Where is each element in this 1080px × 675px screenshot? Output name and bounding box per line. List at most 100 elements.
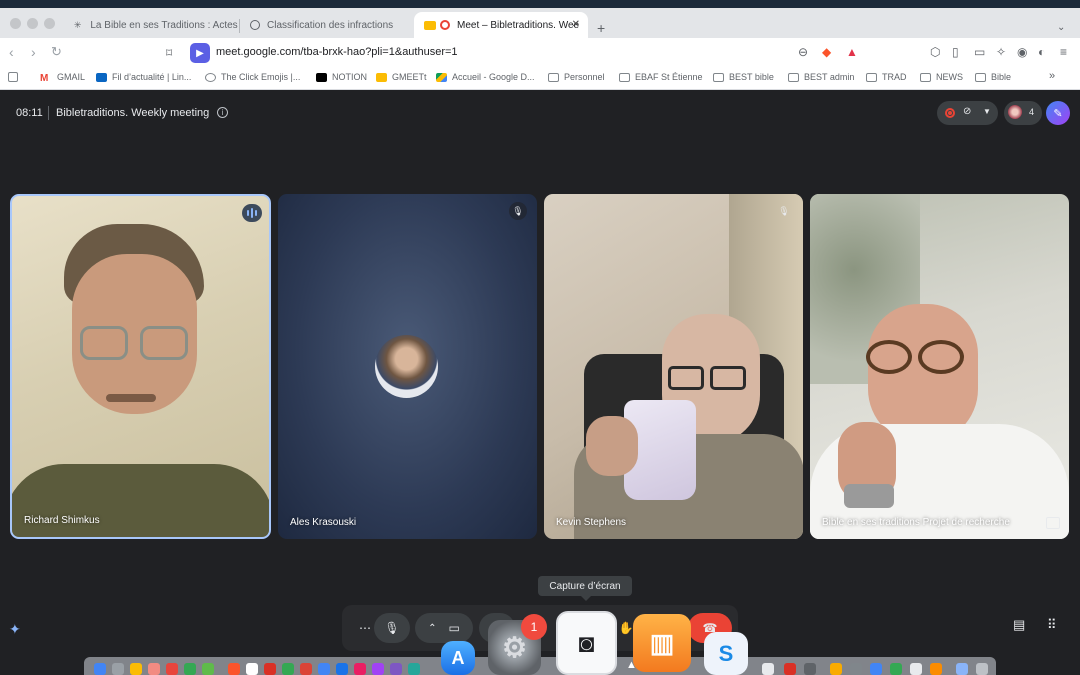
activities-grid-icon[interactable]: ⠿: [1047, 617, 1057, 633]
zoom-icon[interactable]: ⊖: [798, 45, 808, 59]
skype-icon[interactable]: S: [704, 632, 748, 675]
participant-tile-ales-krasouski[interactable]: 🎙︎ Ales Krasouski: [278, 194, 537, 539]
safari-icon[interactable]: [336, 663, 348, 675]
recording-status-pill[interactable]: ⊘ ▼: [937, 101, 998, 125]
archive-icon[interactable]: [910, 663, 922, 675]
tv-icon[interactable]: [390, 663, 402, 675]
participant-tile-bible-en-ses-traditions[interactable]: Bible en ses traditions Projet de recher…: [810, 194, 1069, 539]
app-icon[interactable]: [930, 663, 942, 675]
meeting-clock: 08:11: [16, 107, 43, 119]
url-text[interactable]: meet.google.com/tba-brxk-hao?pli=1&authu…: [216, 46, 458, 58]
meeting-info-icon[interactable]: i: [217, 107, 228, 118]
participant-tile-richard-shimkus[interactable]: Richard Shimkus: [10, 194, 271, 539]
calendar-icon[interactable]: [246, 663, 258, 675]
acrobat-icon[interactable]: [784, 663, 796, 675]
microphone-button[interactable]: 🎙︎: [374, 613, 410, 643]
extensions-icon[interactable]: ⬡: [930, 45, 940, 59]
bookmark-folder-trad[interactable]: TRAD: [866, 72, 907, 82]
messages-icon[interactable]: [202, 663, 214, 675]
bookmark-gmail[interactable]: M GMAIL: [40, 72, 86, 84]
chat-icon[interactable]: ▤: [1013, 617, 1025, 633]
address-bar[interactable]: ⌑ ▶ meet.google.com/tba-brxk-hao?pli=1&a…: [160, 41, 870, 65]
presentation-icon[interactable]: [1046, 517, 1060, 529]
downloads-folder-icon[interactable]: [956, 663, 968, 675]
tab-title: La Bible en ses Traditions : Actes d: [90, 19, 238, 31]
bookmark-folder-bible[interactable]: Bible: [975, 72, 1011, 82]
tab-classification[interactable]: Classification des infractions: [240, 12, 412, 38]
bookmark-folder-personnel[interactable]: Personnel: [548, 72, 605, 82]
finder-icon[interactable]: [94, 663, 106, 675]
launchpad-icon[interactable]: [112, 663, 124, 675]
podcasts-icon[interactable]: [372, 663, 384, 675]
preview-icon[interactable]: [804, 663, 816, 675]
more-bookmarks-icon[interactable]: »: [1049, 70, 1055, 82]
screenshot-tooltip: Capture d’écran: [538, 576, 632, 601]
notes-icon[interactable]: [130, 663, 142, 675]
mail-icon[interactable]: [264, 663, 276, 675]
chrome-icon[interactable]: [318, 663, 330, 675]
bookmark-gmeet[interactable]: GMEETt: [376, 72, 427, 82]
minimize-window-button[interactable]: [27, 18, 38, 29]
vpn-icon[interactable]: ◉: [1017, 45, 1027, 59]
brave-rewards-icon[interactable]: ▲: [846, 45, 858, 59]
gemini-notes-button[interactable]: ✎: [1046, 101, 1070, 125]
bookmark-label: GMEETt: [392, 72, 427, 82]
wallet-icon[interactable]: ▭: [974, 45, 985, 59]
reload-button[interactable]: ↻: [51, 44, 62, 60]
music-icon[interactable]: [354, 663, 366, 675]
brave-shield-icon[interactable]: ◆: [822, 45, 831, 59]
tab-search-chevron-icon[interactable]: ⌄: [1057, 22, 1065, 33]
maps-icon[interactable]: [408, 663, 420, 675]
linkedin-icon: [96, 72, 107, 82]
camera-button[interactable]: ⌃ ▭: [415, 613, 473, 643]
bookmark-icon[interactable]: ⌑: [166, 46, 172, 60]
books-icon[interactable]: ▥: [633, 614, 691, 672]
pdf-icon[interactable]: [300, 663, 312, 675]
numbers-icon[interactable]: [890, 663, 902, 675]
bookmark-click-emojis[interactable]: The Click Emojis |...: [205, 72, 300, 82]
bookmark-folder-best-bible[interactable]: BEST bible: [713, 72, 774, 82]
apps-icon[interactable]: [8, 72, 23, 82]
keynote-icon[interactable]: [870, 663, 882, 675]
close-window-button[interactable]: [10, 18, 21, 29]
bookmark-linkedin[interactable]: Fil d’actualité | Lin...: [96, 72, 191, 82]
loading-icon: ✳: [73, 19, 82, 30]
pages-icon[interactable]: [830, 663, 842, 675]
bookmark-folder-best-admin[interactable]: BEST admin: [788, 72, 854, 82]
new-tab-button[interactable]: +: [597, 20, 605, 36]
calculator-icon[interactable]: [762, 663, 774, 675]
facetime-icon[interactable]: [184, 663, 196, 675]
bookmark-folder-ebaf[interactable]: EBAF St Étienne: [619, 72, 703, 82]
gemini-sparkle-icon[interactable]: ✦: [9, 621, 21, 638]
brave-icon[interactable]: [228, 663, 240, 675]
profile-icon[interactable]: ◐: [1038, 45, 1045, 59]
speaking-indicator-icon: [242, 204, 262, 222]
menu-icon[interactable]: ≡: [1060, 45, 1067, 59]
bookmark-notion[interactable]: NOTION: [316, 72, 367, 82]
tab-meet[interactable]: Meet – Bibletraditions. Wee ✕: [414, 12, 588, 38]
participant-tile-kevin-stephens[interactable]: 🎙︎ Kevin Stephens: [544, 194, 803, 539]
back-button[interactable]: ‹: [9, 44, 14, 60]
sidebar-icon[interactable]: ▯: [952, 45, 959, 59]
bookmark-label: Bible: [991, 72, 1012, 82]
close-tab-icon[interactable]: ✕: [572, 19, 580, 30]
leo-ai-icon[interactable]: ✧: [996, 45, 1006, 59]
forward-button[interactable]: ›: [31, 44, 36, 60]
reminders-icon[interactable]: [148, 663, 160, 675]
participants-button[interactable]: 4: [1004, 101, 1042, 125]
app-store-icon[interactable]: A: [441, 641, 475, 675]
bookmark-folder-news[interactable]: NEWS: [920, 72, 963, 82]
screenshot-app-icon[interactable]: ◙: [556, 611, 617, 675]
textedit-icon[interactable]: [850, 663, 862, 675]
bookmark-label: GMAIL: [57, 72, 86, 82]
photos-icon[interactable]: [166, 663, 178, 675]
gmail-icon: M: [40, 72, 49, 84]
participant-avatar: [375, 335, 438, 398]
trash-icon[interactable]: [976, 663, 988, 675]
bookmark-google-drive[interactable]: Accueil - Google D...: [436, 72, 535, 82]
whatsapp-icon[interactable]: [282, 663, 294, 675]
zoom-window-button[interactable]: [44, 18, 55, 29]
bookmark-label: TRAD: [882, 72, 907, 82]
tab-bible-traditions[interactable]: ✳ La Bible en ses Traditions : Actes d: [62, 12, 238, 38]
participant-name: Kevin Stephens: [556, 517, 627, 528]
